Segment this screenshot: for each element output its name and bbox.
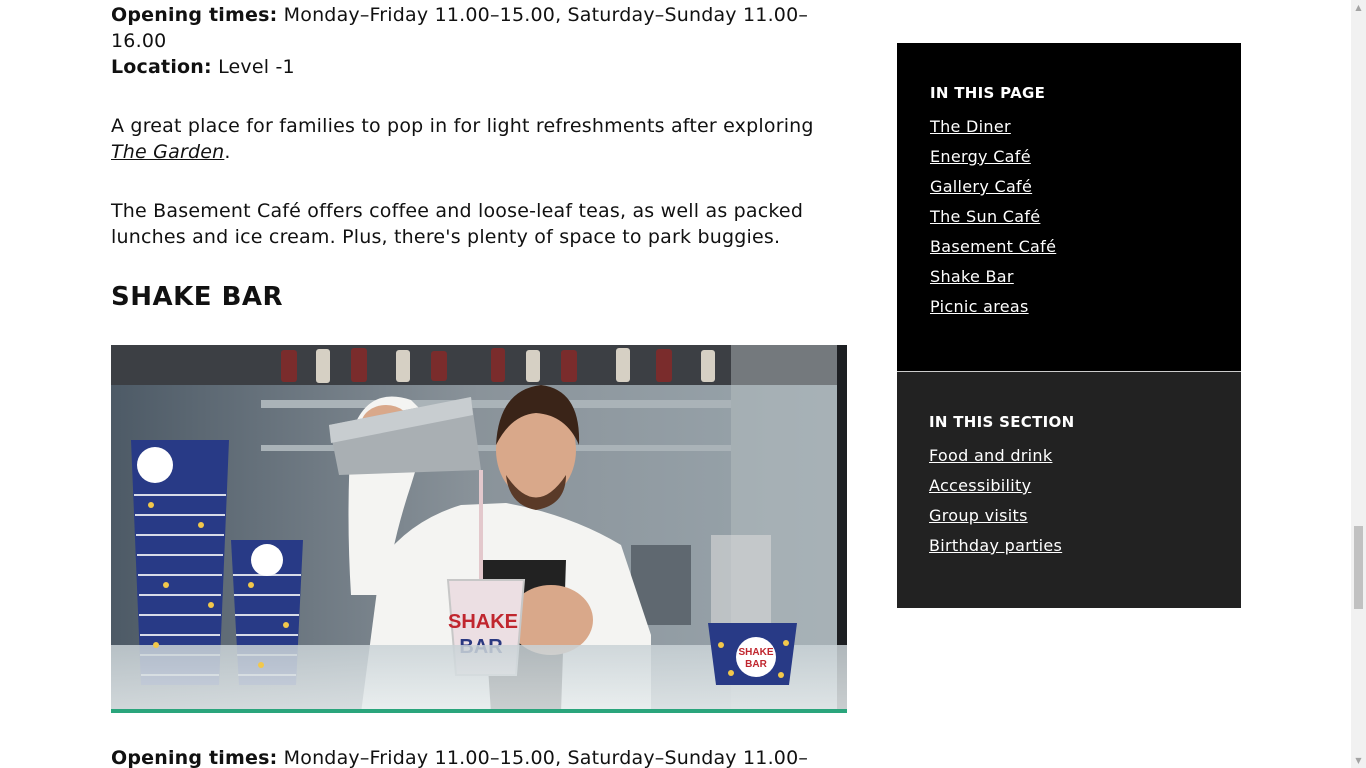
cup-text-shake: SHAKE [448, 611, 518, 633]
list-item: The Diner [930, 117, 1208, 147]
link-accessibility[interactable]: Accessibility [929, 476, 1031, 495]
link-food-and-drink[interactable]: Food and drink [929, 446, 1052, 465]
shake-bar-info: Opening times: Monday–Friday 11.00–15.00… [111, 745, 847, 768]
intro-text: A great place for families to pop in for… [111, 115, 814, 137]
location: Location: Level -1 [111, 54, 847, 80]
shake-bar-heading: SHAKE BAR [111, 282, 284, 312]
scroll-down-arrow-icon[interactable]: ▼ [1351, 753, 1366, 768]
link-picnic-areas[interactable]: Picnic areas [930, 297, 1029, 316]
intro-text-end: . [224, 141, 231, 163]
in-this-page-box: IN THIS PAGE The Diner Energy Café Galle… [897, 43, 1241, 371]
in-this-section-box: IN THIS SECTION Food and drink Accessibi… [897, 371, 1241, 608]
list-item: Group visits [929, 506, 1208, 536]
opening-times: Opening times: Monday–Friday 11.00–15.00… [111, 2, 847, 54]
opening-times-label: Opening times: [111, 4, 278, 26]
link-birthday-parties[interactable]: Birthday parties [929, 536, 1062, 555]
svg-text:SHAKE: SHAKE [738, 647, 773, 658]
basement-cafe-info: Opening times: Monday–Friday 11.00–15.00… [111, 2, 847, 80]
link-basement-cafe[interactable]: Basement Café [930, 237, 1056, 256]
page: Opening times: Monday–Friday 11.00–15.00… [0, 0, 1366, 768]
the-garden-link[interactable]: The Garden [111, 141, 224, 163]
list-item: The Sun Café [930, 207, 1208, 237]
scroll-up-arrow-icon[interactable]: ▲ [1351, 0, 1366, 15]
shake-bar-photo: SHAKE BAR [111, 345, 847, 713]
location-label: Location: [111, 56, 212, 78]
link-shake-bar[interactable]: Shake Bar [930, 267, 1014, 286]
link-group-visits[interactable]: Group visits [929, 506, 1028, 525]
list-item: Gallery Café [930, 177, 1208, 207]
link-energy-cafe[interactable]: Energy Café [930, 147, 1031, 166]
description-paragraph: The Basement Café offers coffee and loos… [111, 200, 804, 248]
opening-times-value: Monday–Friday 11.00–15.00, Saturday–Sund… [277, 747, 809, 768]
list-item: Energy Café [930, 147, 1208, 177]
scroll-thumb[interactable] [1354, 526, 1363, 609]
sidebar: IN THIS PAGE The Diner Energy Café Galle… [897, 43, 1241, 608]
list-item: Picnic areas [930, 297, 1208, 327]
list-item: Birthday parties [929, 536, 1208, 566]
location-value: Level -1 [211, 56, 295, 78]
link-gallery-cafe[interactable]: Gallery Café [930, 177, 1032, 196]
in-this-page-title: IN THIS PAGE [930, 84, 1046, 102]
in-this-section-links: Food and drink Accessibility Group visit… [929, 446, 1208, 566]
intro-paragraph: A great place for families to pop in for… [111, 113, 847, 165]
link-the-sun-cafe[interactable]: The Sun Café [930, 207, 1040, 226]
list-item: Basement Café [930, 237, 1208, 267]
svg-text:BAR: BAR [745, 659, 767, 670]
vertical-scrollbar[interactable]: ▲ ▼ [1351, 0, 1366, 768]
opening-times-label: Opening times: [111, 747, 278, 768]
in-this-page-links: The Diner Energy Café Gallery Café The S… [930, 117, 1208, 327]
shake-bar-opening-times: Opening times: Monday–Friday 11.00–15.00… [111, 745, 847, 768]
list-item: Food and drink [929, 446, 1208, 476]
list-item: Shake Bar [930, 267, 1208, 297]
list-item: Accessibility [929, 476, 1208, 506]
in-this-section-title: IN THIS SECTION [929, 413, 1075, 431]
link-the-diner[interactable]: The Diner [930, 117, 1011, 136]
